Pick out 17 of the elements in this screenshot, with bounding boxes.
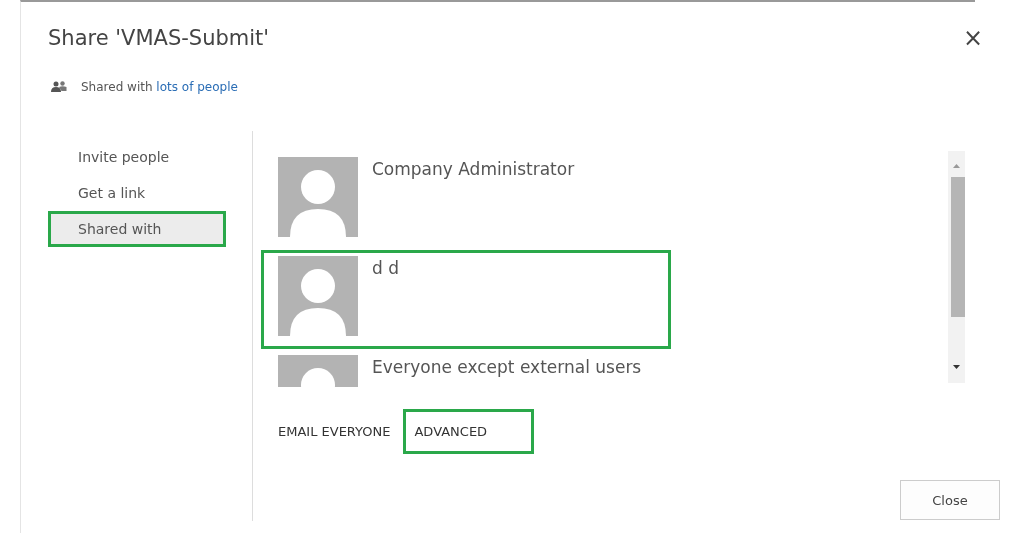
nav-tab[interactable]: Invite people — [48, 139, 226, 175]
person-row[interactable]: Everyone except external users — [261, 349, 671, 387]
nav-tab[interactable]: Get a link — [48, 175, 226, 211]
person-name: d d — [372, 257, 399, 280]
nav-tab[interactable]: Shared with — [48, 211, 226, 247]
shared-summary: Shared with lots of people — [81, 80, 238, 94]
action-link[interactable]: ADVANCED — [403, 409, 535, 454]
person-row[interactable]: d d — [261, 250, 671, 349]
person-row[interactable]: Company Administrator — [261, 151, 671, 250]
close-button[interactable]: Close — [900, 480, 1000, 520]
people-icon — [51, 81, 67, 93]
person-name: Everyone except external users — [372, 356, 642, 379]
scrollbar[interactable] — [948, 151, 965, 383]
dialog-title: Share 'VMAS-Submit' — [48, 26, 270, 50]
action-link[interactable]: EMAIL EVERYONE — [275, 409, 398, 454]
people-link[interactable]: lots of people — [156, 80, 238, 94]
person-name: Company Administrator — [372, 158, 575, 181]
